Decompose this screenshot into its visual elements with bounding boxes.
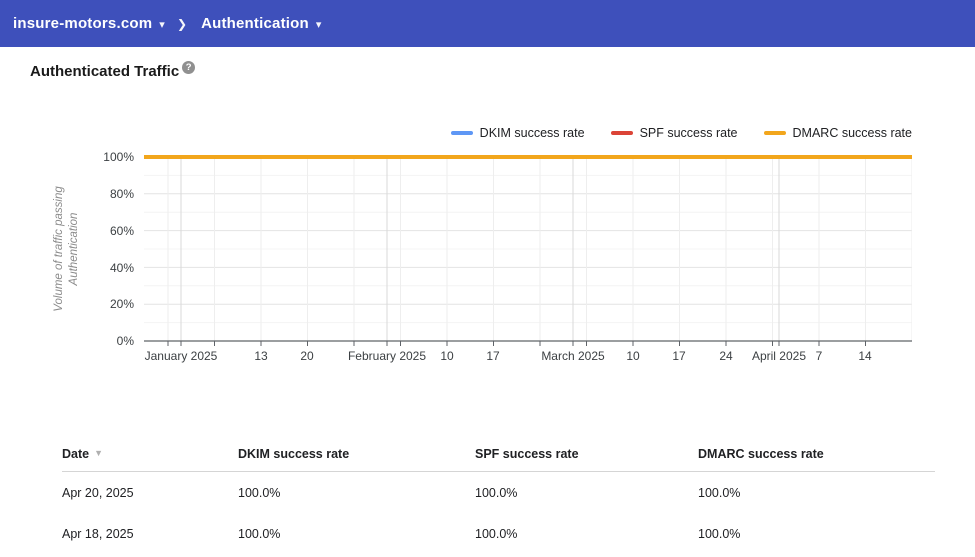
- column-header-date[interactable]: Date ▼: [62, 447, 238, 461]
- legend-item-dkim: DKIM success rate: [450, 126, 585, 140]
- column-header-dkim[interactable]: DKIM success rate: [238, 447, 475, 461]
- date-cell: Apr 18, 2025: [62, 526, 134, 541]
- x-tick-label-month: January 2025: [144, 349, 218, 363]
- y-tick-label: 20%: [109, 297, 134, 311]
- table-header-row: Date ▼ DKIM success rate SPF success rat…: [62, 436, 935, 472]
- chart-legend: DKIM success rate SPF success rate DMARC…: [450, 126, 912, 140]
- legend-label: DKIM success rate: [479, 126, 585, 140]
- spf-cell: 100.0%: [475, 485, 518, 500]
- table-row: Apr 18, 2025 100.0% 100.0% 100.0%: [62, 513, 935, 554]
- sort-desc-icon: ▼: [94, 447, 104, 458]
- x-axis-ticks: [167, 341, 866, 346]
- y-tick-label: 80%: [109, 187, 134, 201]
- spf-line-swatch-icon: [610, 131, 633, 135]
- x-tick-label: 10: [626, 349, 640, 363]
- authenticated-traffic-chart: DKIM success rate SPF success rate DMARC…: [0, 0, 975, 400]
- table-row: Apr 20, 2025 100.0% 100.0% 100.0%: [62, 472, 935, 513]
- x-tick-label: 17: [486, 349, 500, 363]
- major-gridlines: [144, 156, 912, 305]
- legend-item-dmarc: DMARC success rate: [763, 126, 912, 140]
- dmarc-line-swatch-icon: [763, 131, 786, 135]
- date-cell: Apr 20, 2025: [62, 485, 134, 500]
- column-header-dmarc[interactable]: DMARC success rate: [698, 447, 935, 461]
- x-tick-label: 20: [300, 349, 314, 363]
- chart-plot-area[interactable]: [144, 145, 912, 356]
- x-tick-label: 13: [254, 349, 268, 363]
- spf-cell: 100.0%: [475, 526, 518, 541]
- y-tick-label: 0%: [116, 334, 134, 348]
- dkim-cell: 100.0%: [238, 526, 281, 541]
- x-tick-label: 14: [858, 349, 872, 363]
- y-tick-label: 60%: [109, 224, 134, 238]
- dkim-line-swatch-icon: [450, 131, 473, 135]
- dmarc-cell: 100.0%: [698, 485, 741, 500]
- column-header-spf[interactable]: SPF success rate: [475, 447, 698, 461]
- legend-item-spf: SPF success rate: [610, 126, 738, 140]
- x-tick-label: 10: [440, 349, 454, 363]
- dmarc-cell: 100.0%: [698, 526, 741, 541]
- legend-label: DMARC success rate: [792, 126, 912, 140]
- x-tick-label: 17: [672, 349, 686, 363]
- minor-gridlines: [144, 174, 912, 324]
- authentication-results-table: Date ▼ DKIM success rate SPF success rat…: [62, 436, 935, 554]
- legend-label: SPF success rate: [639, 126, 738, 140]
- x-tick-label: 7: [815, 349, 823, 363]
- y-tick-label: 100%: [103, 150, 134, 164]
- y-tick-label: 40%: [109, 261, 134, 275]
- dkim-cell: 100.0%: [238, 485, 281, 500]
